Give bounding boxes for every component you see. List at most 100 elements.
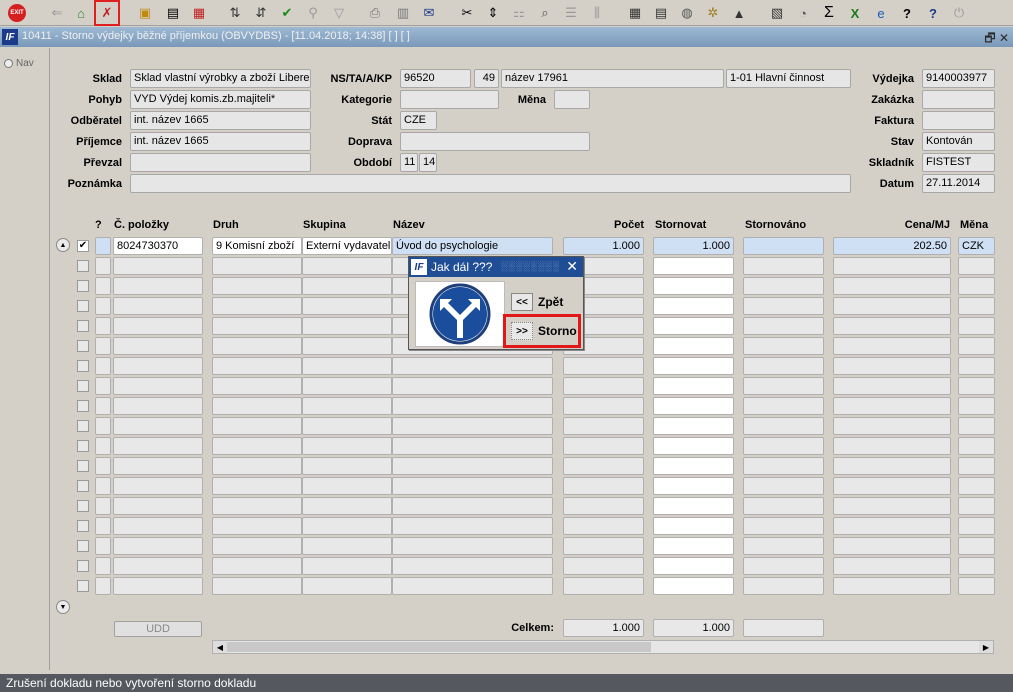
- cell-druh[interactable]: [212, 377, 302, 395]
- cell-stornovat[interactable]: [653, 397, 734, 415]
- cell-cena[interactable]: [833, 457, 951, 475]
- cell-cena[interactable]: [833, 577, 951, 595]
- cell-stornovat[interactable]: [653, 317, 734, 335]
- cell-druh[interactable]: [212, 517, 302, 535]
- row-marker[interactable]: [95, 417, 111, 435]
- back-button[interactable]: <<: [511, 293, 533, 311]
- cell-pocet[interactable]: 1.000: [563, 237, 644, 255]
- cell-druh[interactable]: [212, 577, 302, 595]
- row-marker[interactable]: [95, 457, 111, 475]
- cell-stornovano[interactable]: [743, 317, 824, 335]
- a-field[interactable]: název 17961: [501, 69, 724, 88]
- cell-pocet[interactable]: [563, 417, 644, 435]
- cell-stornovano[interactable]: [743, 557, 824, 575]
- row-marker[interactable]: [95, 257, 111, 275]
- stat-field[interactable]: CZE: [400, 111, 437, 130]
- pohyb-field[interactable]: VYD Výdej komis.zb.majiteli*: [130, 90, 311, 109]
- row-checkbox[interactable]: [77, 380, 89, 392]
- cell-skupina[interactable]: [302, 397, 392, 415]
- dialog-close-icon[interactable]: ✕: [566, 258, 578, 275]
- cell-polozka[interactable]: [113, 517, 203, 535]
- row-marker[interactable]: [95, 237, 111, 255]
- cell-mena[interactable]: CZK: [958, 237, 995, 255]
- restore-icon[interactable]: 🗗: [984, 31, 995, 45]
- cell-polozka[interactable]: [113, 357, 203, 375]
- datum-field[interactable]: 27.11.2014: [922, 174, 995, 193]
- cell-cena[interactable]: [833, 357, 951, 375]
- row-checkbox[interactable]: [77, 560, 89, 572]
- cell-stornovano[interactable]: [743, 457, 824, 475]
- cell-nazev[interactable]: [392, 397, 553, 415]
- row-checkbox[interactable]: [77, 440, 89, 452]
- cell-nazev[interactable]: [392, 477, 553, 495]
- cell-mena[interactable]: [958, 437, 995, 455]
- row-checkbox[interactable]: [77, 340, 89, 352]
- doprava-field[interactable]: [400, 132, 590, 151]
- document-icon[interactable]: ▤: [650, 2, 672, 24]
- cell-stornovat[interactable]: [653, 377, 734, 395]
- row-checkbox[interactable]: ✔: [77, 240, 89, 252]
- cell-nazev[interactable]: [392, 357, 553, 375]
- cell-cena[interactable]: [833, 257, 951, 275]
- cell-druh[interactable]: [212, 337, 302, 355]
- cell-skupina[interactable]: [302, 517, 392, 535]
- cell-polozka[interactable]: [113, 497, 203, 515]
- cell-polozka[interactable]: [113, 537, 203, 555]
- print-icon[interactable]: ⎙: [364, 2, 386, 24]
- calculator-icon[interactable]: ▦: [624, 2, 646, 24]
- cell-druh[interactable]: [212, 537, 302, 555]
- cell-polozka[interactable]: [113, 257, 203, 275]
- row-marker[interactable]: [95, 277, 111, 295]
- sort-ascending-icon[interactable]: ⇅: [224, 2, 246, 24]
- cell-polozka[interactable]: [113, 317, 203, 335]
- cell-cena[interactable]: [833, 537, 951, 555]
- cell-polozka[interactable]: [113, 337, 203, 355]
- cell-pocet[interactable]: [563, 517, 644, 535]
- cell-nazev[interactable]: [392, 377, 553, 395]
- cell-mena[interactable]: [958, 517, 995, 535]
- cell-druh[interactable]: [212, 297, 302, 315]
- cell-stornovat[interactable]: [653, 257, 734, 275]
- cell-stornovano[interactable]: [743, 437, 824, 455]
- cell-nazev[interactable]: Úvod do psychologie: [392, 237, 553, 255]
- close-icon[interactable]: ✕: [999, 31, 1009, 45]
- cell-polozka[interactable]: [113, 277, 203, 295]
- obdobi-month-field[interactable]: 11: [400, 153, 418, 172]
- cell-nazev[interactable]: [392, 457, 553, 475]
- cell-nazev[interactable]: [392, 437, 553, 455]
- cell-stornovano[interactable]: [743, 537, 824, 555]
- cell-pocet[interactable]: [563, 557, 644, 575]
- settings-wheel-icon[interactable]: ✲: [702, 2, 724, 24]
- scroll-thumb[interactable]: [227, 642, 651, 652]
- cell-skupina[interactable]: [302, 577, 392, 595]
- cell-skupina[interactable]: [302, 297, 392, 315]
- row-checkbox[interactable]: [77, 520, 89, 532]
- cell-polozka[interactable]: [113, 577, 203, 595]
- cell-stornovat[interactable]: [653, 537, 734, 555]
- cell-druh[interactable]: 9 Komisní zboží: [212, 237, 302, 255]
- cell-stornovat[interactable]: [653, 457, 734, 475]
- ns-field[interactable]: 96520: [400, 69, 471, 88]
- cell-skupina[interactable]: [302, 437, 392, 455]
- cell-skupina[interactable]: [302, 457, 392, 475]
- cancel-document-button[interactable]: ✗: [94, 0, 120, 26]
- cell-stornovat[interactable]: [653, 577, 734, 595]
- sklad-field[interactable]: Sklad vlastní výrobky a zboží Liberec: [130, 69, 311, 88]
- cell-stornovat[interactable]: [653, 497, 734, 515]
- cell-polozka[interactable]: 8024730370: [113, 237, 203, 255]
- cell-cena[interactable]: [833, 517, 951, 535]
- cell-polozka[interactable]: [113, 457, 203, 475]
- row-checkbox[interactable]: [77, 360, 89, 372]
- list-icon[interactable]: ☰: [560, 2, 582, 24]
- cell-stornovano[interactable]: [743, 497, 824, 515]
- cut-icon[interactable]: ✂: [456, 2, 478, 24]
- cell-cena[interactable]: [833, 317, 951, 335]
- cell-mena[interactable]: [958, 357, 995, 375]
- prevzal-field[interactable]: [130, 153, 311, 172]
- kp-field[interactable]: 1-01 Hlavní činnost: [726, 69, 851, 88]
- cell-cena[interactable]: [833, 297, 951, 315]
- cell-druh[interactable]: [212, 397, 302, 415]
- row-checkbox[interactable]: [77, 280, 89, 292]
- cell-mena[interactable]: [958, 377, 995, 395]
- row-checkbox[interactable]: [77, 420, 89, 432]
